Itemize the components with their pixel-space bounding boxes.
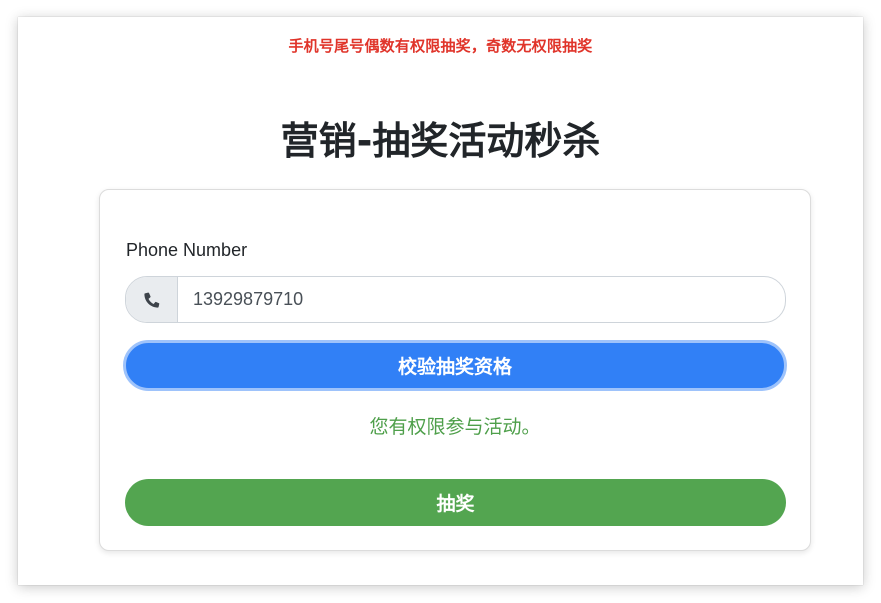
phone-icon <box>126 277 178 322</box>
eligibility-result: 您有权限参与活动。 <box>369 416 541 438</box>
phone-input-group <box>125 276 786 323</box>
phone-input[interactable] <box>178 277 785 322</box>
phone-label: Phone Number <box>126 240 248 260</box>
app-window: 手机号尾号偶数有权限抽奖，奇数无权限抽奖 营销-抽奖活动秒杀 Phone Num… <box>18 17 863 585</box>
phone-icon-glyph <box>143 292 159 308</box>
page-title: 营销-抽奖活动秒杀 <box>280 119 601 163</box>
rule-notice: 手机号尾号偶数有权限抽奖，奇数无权限抽奖 <box>288 37 593 55</box>
draw-lottery-button[interactable]: 抽奖 <box>125 479 786 526</box>
lottery-card: Phone Number 校验抽奖资格 您有权限参与活动。 抽奖 <box>99 189 811 551</box>
verify-eligibility-button[interactable]: 校验抽奖资格 <box>123 340 787 391</box>
